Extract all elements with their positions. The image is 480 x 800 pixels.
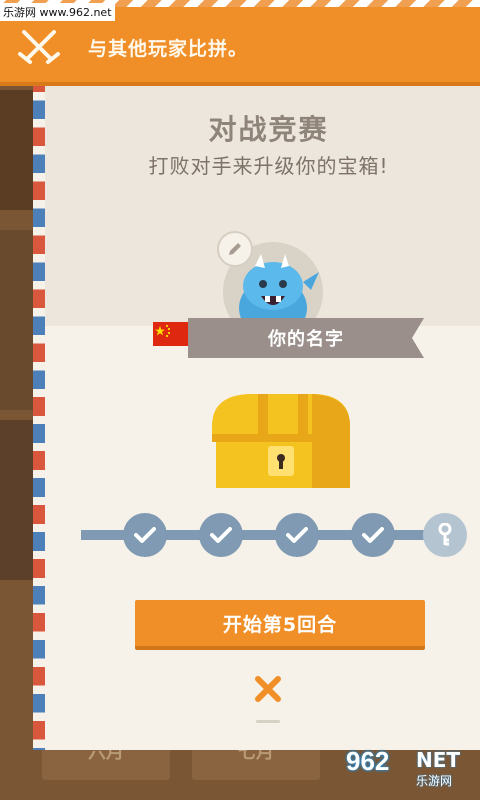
- check-icon: [286, 527, 308, 543]
- start-round-button[interactable]: 开始第5回合: [135, 600, 425, 650]
- china-flag-icon: [153, 322, 190, 346]
- banner-bottom-edge: [0, 82, 480, 86]
- close-icon: [255, 676, 281, 702]
- round-step-3: [275, 513, 319, 557]
- edit-avatar-button[interactable]: [217, 231, 253, 267]
- round-step-4: [351, 513, 395, 557]
- check-icon: [134, 527, 156, 543]
- battle-card: 对战竞赛 打败对手来升级你的宝箱! 你的名字 开始第5回合: [33, 86, 480, 750]
- player-name-ribbon[interactable]: 你的名字: [188, 318, 424, 358]
- check-icon: [210, 527, 232, 543]
- watermark-top: 乐游网 www.962.net: [0, 3, 115, 21]
- watermark-logo: 962 NET 乐游网: [342, 746, 474, 792]
- round-step-2: [199, 513, 243, 557]
- round-step-1: [123, 513, 167, 557]
- pencil-icon: [229, 243, 241, 255]
- watermark-number: 962: [346, 746, 390, 776]
- card-subtitle: 打败对手来升级你的宝箱!: [148, 154, 389, 178]
- key-icon: [438, 523, 452, 546]
- round-progress: [81, 510, 467, 560]
- card-title: 对战竞赛: [208, 113, 329, 146]
- check-icon: [362, 527, 384, 543]
- banner-text: 与其他玩家比拼。: [88, 38, 249, 60]
- round-step-5: [423, 513, 467, 557]
- watermark-site: 乐游网: [416, 774, 453, 788]
- close-button[interactable]: [248, 669, 288, 709]
- player-name: 你的名字: [268, 329, 344, 350]
- watermark-net: NET: [416, 748, 461, 772]
- drag-handle[interactable]: [256, 720, 280, 723]
- treasure-chest-icon: [212, 394, 350, 488]
- crossed-swords-icon: [18, 30, 60, 64]
